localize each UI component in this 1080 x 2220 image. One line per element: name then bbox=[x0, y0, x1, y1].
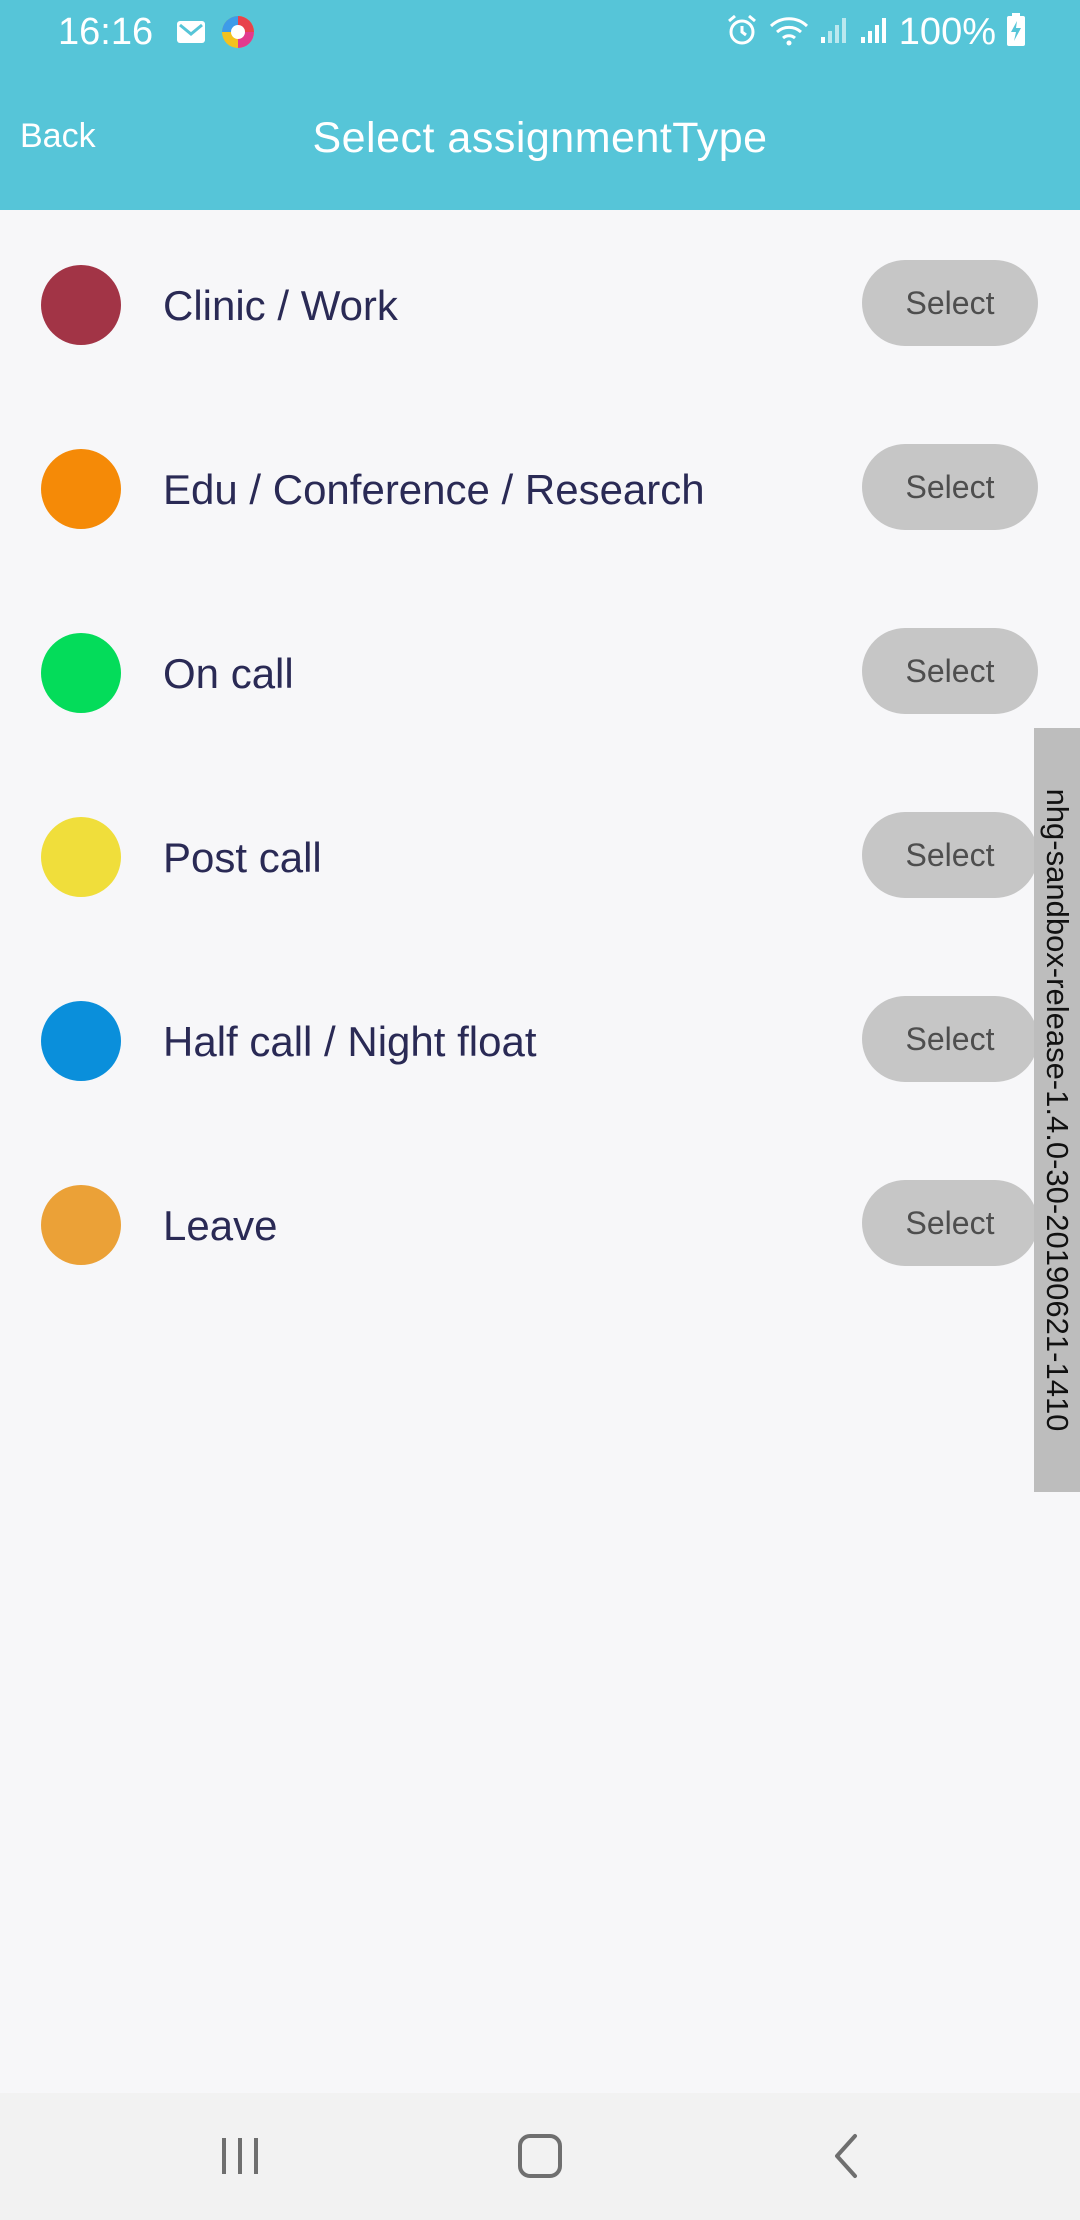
status-left-icons bbox=[176, 14, 256, 55]
system-navigation-bar bbox=[0, 2093, 1080, 2220]
wifi-icon bbox=[769, 14, 809, 51]
app-header: 16:16 100% Select assignmentType Back bbox=[0, 0, 1080, 210]
list-item-post-call: Post call Select bbox=[0, 795, 1080, 915]
battery-percentage: 100% bbox=[898, 11, 996, 53]
alarm-icon bbox=[725, 13, 759, 52]
color-dot bbox=[41, 1001, 121, 1081]
recent-apps-icon[interactable] bbox=[200, 2123, 280, 2189]
list-item-on-call: On call Select bbox=[0, 611, 1080, 731]
list-item-leave: Leave Select bbox=[0, 1163, 1080, 1283]
build-version-watermark: nhg-sandbox-release-1.4.0-30-20190621-14… bbox=[1034, 728, 1080, 1492]
select-button[interactable]: Select bbox=[862, 1180, 1038, 1266]
color-dot bbox=[41, 817, 121, 897]
list-item-edu-conference-research: Edu / Conference / Research Select bbox=[0, 427, 1080, 547]
color-dot bbox=[41, 265, 121, 345]
list-item-half-call-night-float: Half call / Night float Select bbox=[0, 979, 1080, 1099]
list-item-label: Half call / Night float bbox=[163, 1018, 537, 1065]
color-dot bbox=[41, 1185, 121, 1265]
back-icon[interactable] bbox=[806, 2123, 886, 2189]
select-button[interactable]: Select bbox=[862, 260, 1038, 346]
back-button[interactable]: Back bbox=[20, 114, 96, 158]
list-item-label: Leave bbox=[163, 1202, 278, 1249]
color-dot bbox=[41, 633, 121, 713]
list-item-label: Post call bbox=[163, 834, 322, 881]
navigation-header: Select assignmentType Back bbox=[0, 100, 1080, 180]
home-icon[interactable] bbox=[500, 2123, 580, 2189]
app-notification-icon bbox=[220, 14, 256, 55]
select-button[interactable]: Select bbox=[862, 996, 1038, 1082]
list-item-label: Clinic / Work bbox=[163, 282, 398, 329]
select-button[interactable]: Select bbox=[862, 444, 1038, 530]
battery-charging-icon bbox=[1006, 12, 1026, 52]
signal-icon-2 bbox=[859, 15, 889, 50]
list-item-label: Edu / Conference / Research bbox=[163, 466, 705, 513]
list-item-clinic-work: Clinic / Work Select bbox=[0, 243, 1080, 363]
select-button[interactable]: Select bbox=[862, 628, 1038, 714]
status-time: 16:16 bbox=[58, 11, 154, 53]
status-right-icons: 100% bbox=[725, 10, 1026, 54]
select-button[interactable]: Select bbox=[862, 812, 1038, 898]
signal-icon bbox=[819, 15, 849, 50]
list-item-label: On call bbox=[163, 650, 294, 697]
status-bar: 16:16 100% bbox=[0, 0, 1080, 64]
gmail-icon bbox=[176, 20, 206, 49]
color-dot bbox=[41, 449, 121, 529]
page-title: Select assignmentType bbox=[312, 114, 768, 162]
watermark-text: nhg-sandbox-release-1.4.0-30-20190621-14… bbox=[1040, 788, 1075, 1432]
